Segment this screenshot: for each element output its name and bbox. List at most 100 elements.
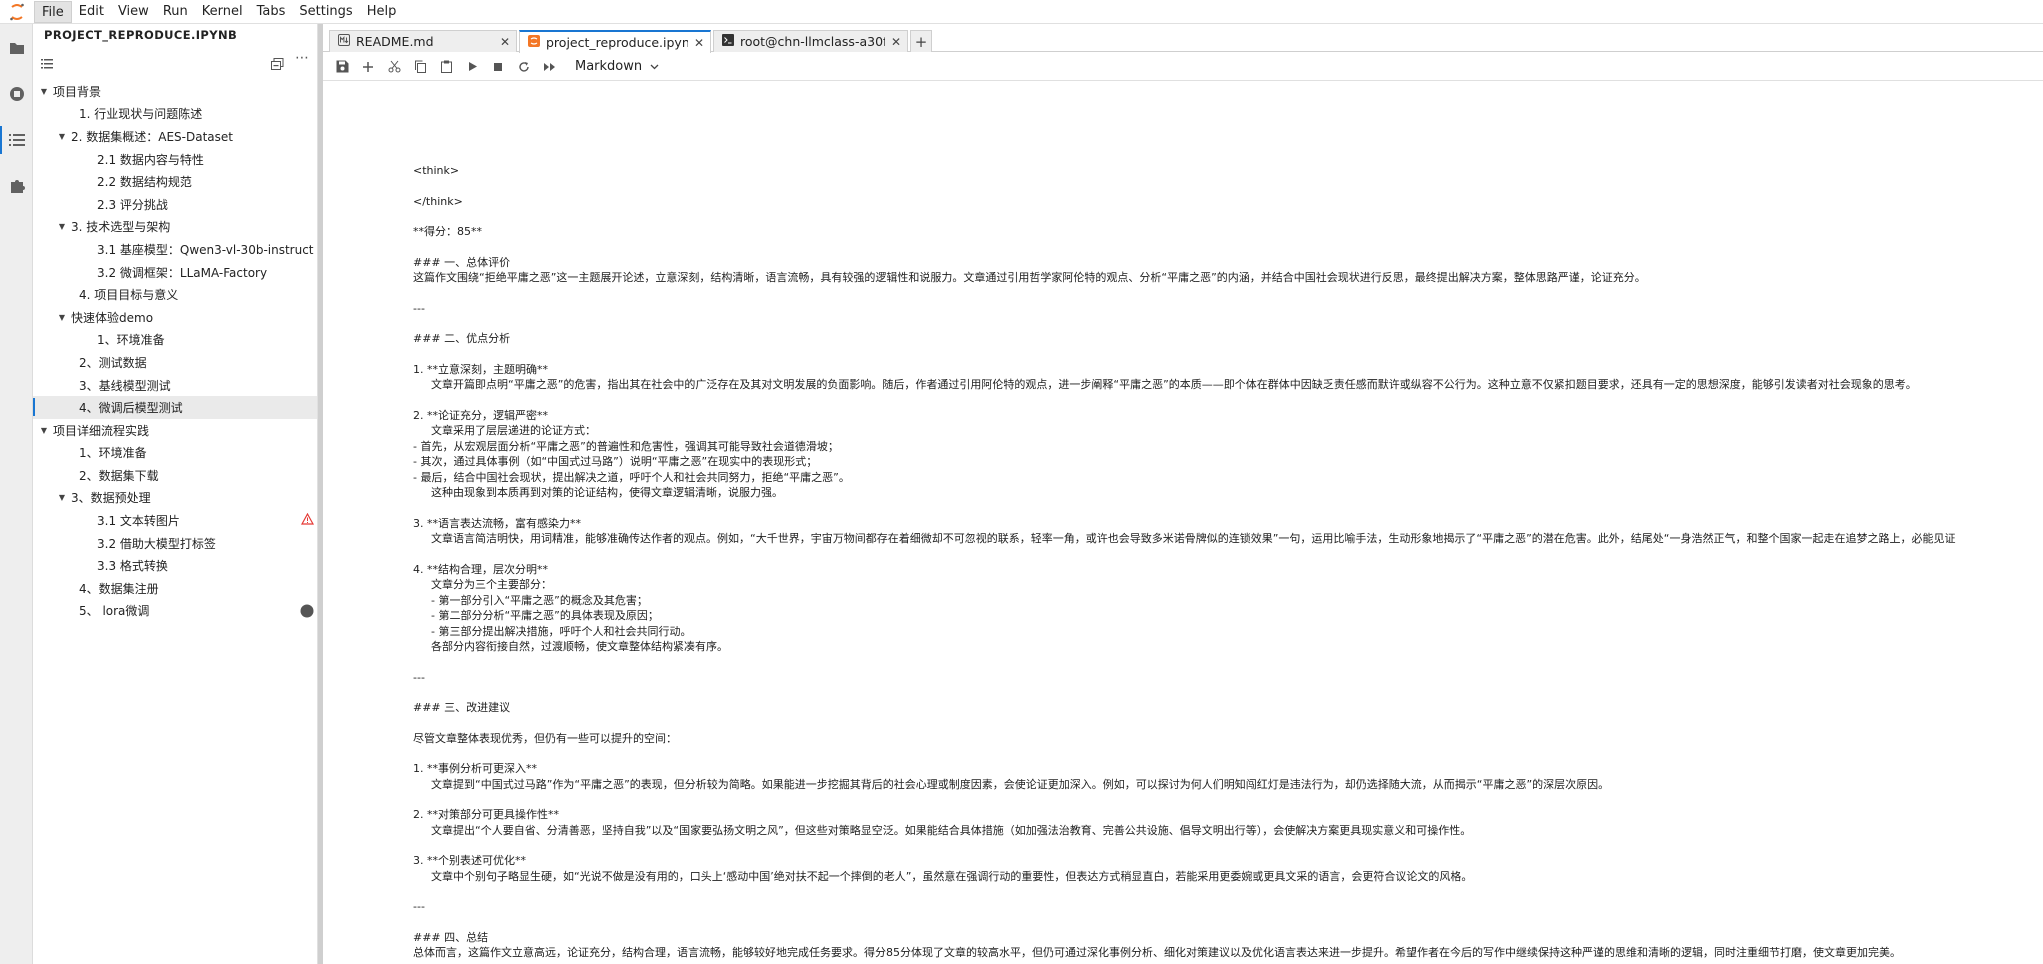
new-tab-button[interactable]: + bbox=[910, 30, 932, 52]
menu-help[interactable]: Help bbox=[360, 1, 404, 23]
toc-item[interactable]: ▼ 项目详细流程实践 bbox=[33, 419, 317, 442]
extension-manager-icon[interactable] bbox=[0, 166, 33, 206]
more-options-icon[interactable]: ⋯ bbox=[295, 50, 309, 66]
caret-down-icon[interactable]: ▼ bbox=[55, 132, 69, 141]
caret-down-icon[interactable]: ▼ bbox=[55, 493, 69, 502]
cell-text-line: - 首先，从宏观层面分析“平庸之恶”的普遍性和危害性，强调其可能导致社会道德滑坡… bbox=[413, 439, 839, 453]
toc-item[interactable]: 2.1 数据内容与特性 bbox=[33, 148, 317, 171]
toc-item[interactable]: 3、基线模型测试 bbox=[33, 374, 317, 397]
toc-item[interactable]: 3.3 格式转换 bbox=[33, 554, 317, 577]
toc-toolbar: ⋯ bbox=[33, 50, 317, 74]
toc-item-label: 2.1 数据内容与特性 bbox=[97, 152, 204, 167]
caret-down-icon[interactable]: ▼ bbox=[37, 87, 51, 96]
cell-text-line: **得分：85** bbox=[413, 225, 482, 238]
cell-text-line: ### 二、优点分析 bbox=[413, 332, 511, 345]
cell-text-line: --- bbox=[413, 900, 425, 913]
add-cell-icon[interactable] bbox=[355, 55, 381, 79]
toc-item[interactable]: 4、数据集注册 bbox=[33, 577, 317, 600]
toc-item[interactable]: 3.1 基座模型：Qwen3-vl-30b-instruct bbox=[33, 238, 317, 261]
running-kernels-icon[interactable] bbox=[0, 74, 33, 114]
tab-project-reproduce[interactable]: project_reproduce.ipynb ✕ bbox=[519, 30, 711, 53]
cell-text-line: </think> bbox=[413, 194, 463, 208]
toc-item[interactable]: 2、测试数据 bbox=[33, 351, 317, 374]
file-browser-icon[interactable] bbox=[0, 28, 33, 68]
document-tab-bar: README.md ✕ project_reproduce.ipynb ✕ ro… bbox=[323, 30, 2043, 53]
menu-tabs[interactable]: Tabs bbox=[250, 1, 293, 23]
cell-text-line: 各部分内容衔接自然，过渡顺畅，使文章整体结构紧凑有序。 bbox=[431, 640, 728, 653]
run-icon[interactable] bbox=[459, 55, 485, 79]
cell-text-line: - 最后，结合中国社会现状，提出解决之道，呼吁个人和社会共同努力，拒绝“平庸之恶… bbox=[413, 470, 850, 484]
toc-list-numbering-icon[interactable] bbox=[41, 55, 53, 74]
toc-item[interactable]: ▼ 3、数据预处理 bbox=[33, 487, 317, 510]
paste-icon[interactable] bbox=[433, 55, 459, 79]
cell-text-line: 总体而言，这篇作文立意高远，论证充分，结构合理，语言流畅，能够较好地完成任务要求… bbox=[413, 946, 1901, 959]
toc-item[interactable]: 5、 lora微调 bbox=[33, 600, 317, 623]
toc-item[interactable]: ▼ 快速体验demo bbox=[33, 306, 317, 329]
toc-item[interactable]: 2.2 数据结构规范 bbox=[33, 170, 317, 193]
menu-view[interactable]: View bbox=[111, 1, 156, 23]
toc-item-label: 3. 技术选型与架构 bbox=[71, 220, 171, 235]
toc-item-label: 2、测试数据 bbox=[79, 355, 147, 370]
activity-bar bbox=[0, 24, 33, 964]
toc-item[interactable]: ▼ 2. 数据集概述：AES-Dataset bbox=[33, 125, 317, 148]
toc-item-label: 3.1 文本转图片 bbox=[97, 514, 180, 529]
cut-icon[interactable] bbox=[381, 55, 407, 79]
notebook-toolbar: Markdown bbox=[323, 53, 2043, 81]
toc-item[interactable]: 4. 项目目标与意义 bbox=[33, 283, 317, 306]
close-icon[interactable]: ✕ bbox=[500, 35, 510, 49]
caret-down-icon[interactable]: ▼ bbox=[37, 426, 51, 435]
tab-label: root@chn-llmclass-a30f38 bbox=[740, 34, 885, 49]
caret-down-icon[interactable]: ▼ bbox=[55, 222, 69, 231]
toc-item-label: 5、 lora微调 bbox=[79, 604, 150, 619]
restart-icon[interactable] bbox=[511, 55, 537, 79]
toc-item[interactable]: 4、微调后模型测试 bbox=[33, 396, 317, 419]
copy-icon[interactable] bbox=[407, 55, 433, 79]
toc-item[interactable]: ▼ 项目背景 bbox=[33, 80, 317, 103]
toc-list: ▼ 项目背景 1. 行业现状与问题陈述 ▼ 2. 数据集概述：AES-Dataset 2.… bbox=[33, 80, 317, 622]
toc-item-label: 2.3 评分挑战 bbox=[97, 197, 168, 212]
notebook-content[interactable]: <think> </think> **得分：85** ### 一、总体评价 这篇作文围绕… bbox=[323, 82, 2043, 964]
menu-kernel[interactable]: Kernel bbox=[195, 1, 250, 23]
jupyter-logo-icon[interactable] bbox=[0, 0, 34, 24]
menu-settings[interactable]: Settings bbox=[292, 1, 359, 23]
toc-item-label: 3.2 借助大模型打标签 bbox=[97, 536, 216, 551]
markdown-cell[interactable]: <think> </think> **得分：85** ### 一、总体评价 这篇作文围绕… bbox=[413, 163, 2041, 961]
toc-item[interactable]: 2.3 评分挑战 bbox=[33, 193, 317, 216]
cell-type-select[interactable]: Markdown bbox=[575, 59, 659, 74]
toc-item[interactable]: 3.1 文本转图片 bbox=[33, 509, 317, 532]
toc-item-label: 1、环境准备 bbox=[79, 446, 147, 461]
toc-item[interactable]: 1. 行业现状与问题陈述 bbox=[33, 103, 317, 126]
close-icon[interactable]: ✕ bbox=[891, 35, 901, 49]
warning-icon bbox=[300, 513, 315, 528]
table-of-contents-icon[interactable] bbox=[0, 120, 33, 160]
toc-item-label: 项目详细流程实践 bbox=[53, 423, 150, 438]
menu-file[interactable]: File bbox=[34, 0, 72, 23]
menu-edit[interactable]: Edit bbox=[72, 1, 111, 23]
tab-terminal[interactable]: root@chn-llmclass-a30f38 ✕ bbox=[713, 30, 908, 52]
toc-item[interactable]: 3.2 借助大模型打标签 bbox=[33, 532, 317, 555]
close-icon[interactable]: ✕ bbox=[694, 36, 704, 50]
tab-readme[interactable]: README.md ✕ bbox=[329, 30, 517, 52]
cell-text-line: - 第二部分分析“平庸之恶”的具体表现及原因； bbox=[431, 609, 659, 622]
toc-item[interactable]: 3.2 微调框架：LLaMA-Factory bbox=[33, 261, 317, 284]
cell-text-line: 3. **语言表达流畅，富有感染力** bbox=[413, 516, 581, 530]
toc-item[interactable]: 1、环境准备 bbox=[33, 442, 317, 465]
collapse-all-icon[interactable] bbox=[271, 55, 284, 74]
toc-item[interactable]: ▼ 3. 技术选型与架构 bbox=[33, 216, 317, 239]
menu-run[interactable]: Run bbox=[156, 1, 195, 23]
stop-icon[interactable] bbox=[485, 55, 511, 79]
menu-bar: File Edit View Run Kernel Tabs Settings Help bbox=[0, 0, 2043, 24]
cell-text-line: 这篇作文围绕“拒绝平庸之恶”这一主题展开论述，立意深刻，结构清晰，语言流畅，具有… bbox=[413, 271, 1646, 284]
toc-item[interactable]: 1、环境准备 bbox=[33, 329, 317, 352]
save-icon[interactable] bbox=[329, 55, 355, 79]
fast-forward-icon[interactable] bbox=[537, 55, 563, 79]
chevron-down-icon bbox=[650, 59, 659, 74]
toc-item[interactable]: 2、数据集下载 bbox=[33, 464, 317, 487]
caret-down-icon[interactable]: ▼ bbox=[55, 313, 69, 322]
